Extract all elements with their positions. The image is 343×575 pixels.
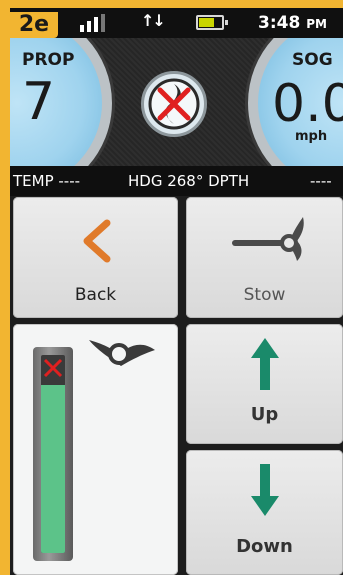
trim-panel: [13, 324, 178, 575]
trim-gauge: [33, 347, 73, 561]
screen: 2e ↑↓ 3:48 PM PROP 7 SOG 0.0 mph TEMP --…: [10, 8, 343, 575]
down-label: Down: [236, 536, 293, 557]
heading-readout: HDG 268° DPTH: [128, 172, 250, 190]
status-bar: 2e ↑↓ 3:48 PM: [10, 8, 343, 38]
stow-label: Stow: [243, 285, 286, 305]
back-label: Back: [74, 285, 117, 305]
device-frame: 2e ↑↓ 3:48 PM PROP 7 SOG 0.0 mph TEMP --…: [0, 0, 343, 575]
up-label: Up: [250, 404, 279, 425]
stow-motor-icon: [232, 217, 304, 261]
prop-label: PROP: [22, 50, 75, 70]
temp-readout: TEMP ----: [13, 172, 81, 190]
sog-unit: mph: [295, 129, 328, 144]
depth-readout: ----: [310, 172, 332, 190]
up-button[interactable]: Up: [186, 324, 343, 444]
up-down-arrows-icon: ↑↓: [141, 11, 166, 30]
sog-label: SOG: [292, 50, 333, 70]
station-badge: 2e: [10, 12, 58, 38]
prop-disabled-icon[interactable]: [141, 71, 207, 137]
motor-trim-icon: [89, 340, 155, 366]
clock: 3:48 PM: [258, 13, 327, 33]
info-bar: TEMP ---- HDG 268° DPTH ----: [10, 166, 343, 196]
gauge-panel: PROP 7 SOG 0.0 mph: [10, 38, 343, 166]
arrow-down-icon: [251, 464, 279, 516]
sog-value: 0.0: [272, 74, 343, 134]
x-mark-icon: [43, 358, 63, 378]
down-button[interactable]: Down: [186, 450, 343, 575]
time-value: 3:48: [258, 13, 301, 33]
prop-value: 7: [22, 72, 56, 132]
battery-icon: [196, 15, 228, 30]
chevron-left-icon: [83, 219, 111, 263]
time-ampm: PM: [306, 17, 327, 31]
trim-level-fill: [41, 384, 65, 553]
back-button[interactable]: Back: [13, 197, 178, 318]
arrow-up-icon: [251, 338, 279, 390]
stow-button[interactable]: Stow: [186, 197, 343, 318]
